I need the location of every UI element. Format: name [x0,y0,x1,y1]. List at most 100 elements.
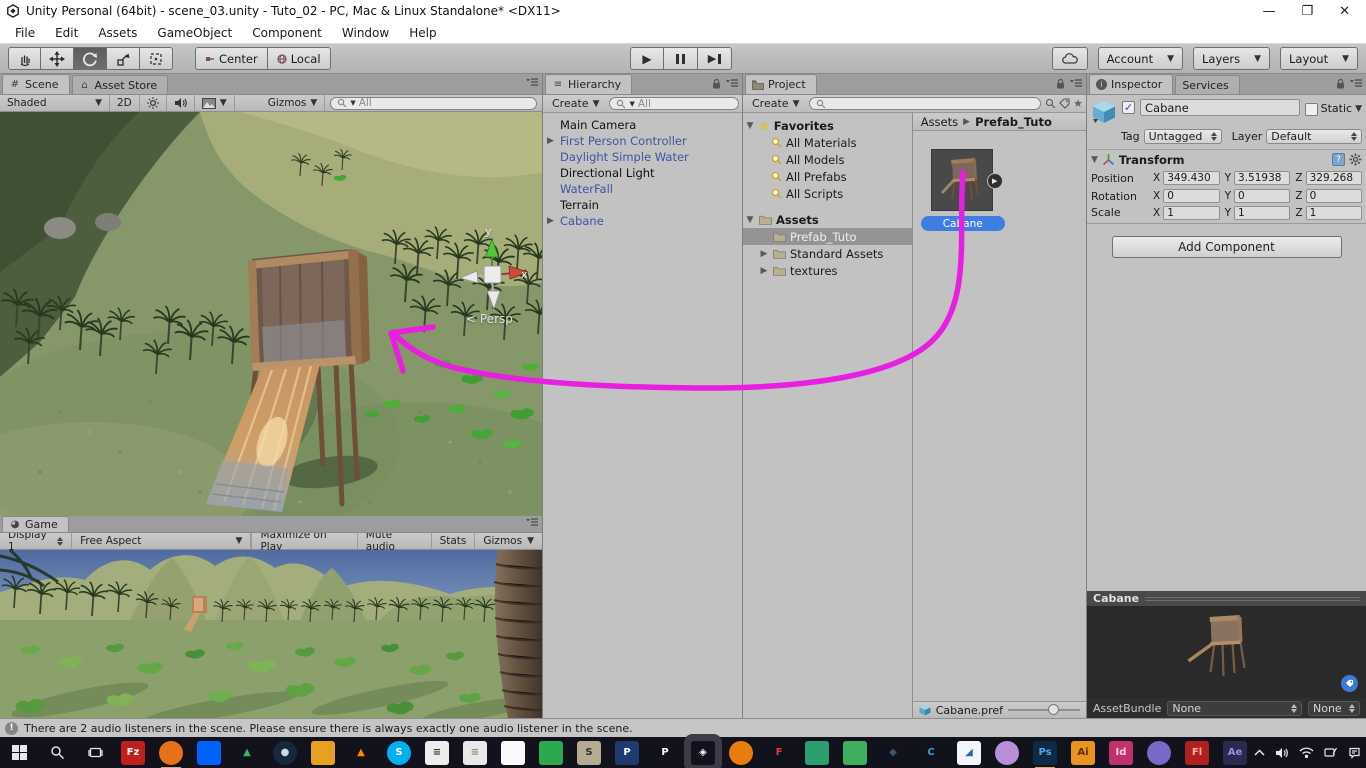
menu-help[interactable]: Help [400,24,445,42]
skype-icon[interactable]: S [387,741,411,765]
gameobject-cube-icon[interactable] [1091,99,1117,125]
asset-cabane-thumbnail[interactable] [931,149,993,211]
app-sphere-icon[interactable] [995,741,1019,765]
tab-project[interactable]: Project [745,74,817,94]
tray-chevron-up-icon[interactable] [1254,749,1265,756]
panel-menu-icon[interactable] [1350,79,1362,88]
app-book-s-icon[interactable]: S [577,741,601,765]
static-checkbox[interactable]: ✓ [1305,103,1318,116]
flash-icon[interactable]: Fl [1185,741,1209,765]
thumbnail-expand-icon[interactable]: ▶ [987,173,1003,189]
maximize-on-play-button[interactable]: Maximize on Play [251,533,356,549]
unity-icon[interactable]: ◈ [691,741,715,765]
wifi-icon[interactable] [1299,747,1314,758]
app-f-red-icon[interactable]: F [767,741,791,765]
hierarchy-item-first-person-controller[interactable]: ▶First Person Controller [543,133,742,149]
aspect-dropdown[interactable]: Free Aspect▼ [72,533,251,549]
action-center-icon[interactable] [1348,747,1361,759]
app-ruler-icon[interactable]: ◢ [957,741,981,765]
tab-asset-store[interactable]: ⌂Asset Store [72,75,169,94]
tree-all-materials[interactable]: All Materials [743,134,912,151]
lock-icon[interactable] [1056,78,1065,89]
hierarchy-create-button[interactable]: Create▼ [546,96,605,111]
pivot-toggle-button[interactable]: Center [195,47,268,70]
project-search-input[interactable] [809,97,1041,110]
document-icon[interactable] [501,741,525,765]
assetbundle-dropdown[interactable]: None [1167,701,1302,716]
step-button[interactable]: ▶ [698,47,732,70]
tree-assets[interactable]: ▼ Assets [743,211,912,228]
expand-arrow-icon[interactable]: ▶ [759,266,769,276]
app-shield-icon[interactable]: ◆ [881,741,905,765]
layers-dropdown[interactable]: Layers▼ [1193,47,1270,70]
photoshop-icon[interactable]: Ps [1033,741,1057,765]
blender-icon[interactable] [729,741,753,765]
tree-all-scripts[interactable]: All Scripts [743,185,912,202]
expand-arrow-icon[interactable]: ▶ [547,136,554,146]
tab-scene[interactable]: #Scene [2,74,70,94]
app-swirl-icon[interactable] [1147,741,1171,765]
panel-menu-icon[interactable] [1070,79,1082,88]
rotation-x-field[interactable]: 0 [1163,189,1219,203]
stats-button[interactable]: Stats [431,533,475,549]
move-tool-button[interactable] [41,47,74,70]
search-by-type-icon[interactable] [1045,98,1056,109]
expand-arrow-icon[interactable]: ▶ [547,216,554,226]
cloud-button[interactable] [1052,47,1088,70]
search-by-label-icon[interactable] [1059,98,1070,109]
scale-x-field[interactable]: 1 [1163,206,1219,220]
notepad-icon[interactable]: ≡ [463,741,487,765]
tree-all-models[interactable]: All Models [743,151,912,168]
asset-cabane-label[interactable]: Cabane [921,216,1005,231]
hierarchy-item-directional-light[interactable]: Directional Light [543,165,742,181]
help-icon[interactable]: ? [1332,153,1345,166]
lighting-toggle-button[interactable] [140,95,167,111]
google-drive-icon[interactable]: ▲ [235,741,259,765]
foldout-arrow-icon[interactable]: ▼ [1091,155,1098,165]
hierarchy-item-daylight-simple-water[interactable]: Daylight Simple Water [543,149,742,165]
calculator-icon[interactable]: ≡ [425,741,449,765]
expand-arrow-icon[interactable]: ▼ [745,121,755,131]
filezilla-icon[interactable]: Fz [121,741,145,765]
expand-arrow-icon[interactable]: ▶ [759,249,769,259]
space-toggle-button[interactable]: Local [268,47,331,70]
account-dropdown[interactable]: Account▼ [1098,47,1183,70]
start-button[interactable] [0,737,38,768]
menu-component[interactable]: Component [243,24,331,42]
preview-drag-handle[interactable] [1145,597,1360,601]
tree-favorites[interactable]: ▼ ★ Favorites [743,117,912,134]
panel-menu-icon[interactable] [726,79,738,88]
task-view-button[interactable] [76,737,114,768]
menu-edit[interactable]: Edit [46,24,87,42]
close-button[interactable]: ✕ [1339,4,1350,19]
project-create-button[interactable]: Create▼ [746,96,805,111]
rect-tool-button[interactable] [140,47,173,70]
audio-toggle-button[interactable] [167,95,195,111]
asset-labels-button[interactable] [1341,675,1358,692]
gameobject-name-field[interactable]: Cabane [1140,99,1300,116]
maximize-button[interactable]: ❐ [1301,4,1313,19]
panel-menu-icon[interactable] [526,78,538,87]
menu-file[interactable]: File [6,24,44,42]
app-teal-2-icon[interactable] [843,741,867,765]
tablet-pen-icon[interactable] [1324,747,1338,758]
tab-inspector[interactable]: iInspector [1089,74,1173,94]
app-teal-1-icon[interactable] [805,741,829,765]
rotation-z-field[interactable]: 0 [1306,189,1362,203]
tab-services[interactable]: Services [1175,75,1239,94]
scale-tool-button[interactable] [107,47,140,70]
indesign-icon[interactable]: Id [1109,741,1133,765]
tree-standard-assets[interactable]: ▶ Standard Assets [743,245,912,262]
app-green-icon[interactable] [539,741,563,765]
breadcrumb-current[interactable]: Prefab_Tuto [975,115,1052,129]
tree-all-prefabs[interactable]: All Prefabs [743,168,912,185]
firefox-icon[interactable] [159,741,183,765]
breadcrumb-assets[interactable]: Assets [921,115,958,129]
vlc-icon[interactable]: ▲ [349,741,373,765]
menu-gameobject[interactable]: GameObject [148,24,241,42]
hierarchy-item-cabane[interactable]: ▶Cabane [543,213,742,229]
app-p-icon[interactable]: P [653,741,677,765]
tab-hierarchy[interactable]: ≡Hierarchy [545,74,632,94]
lock-icon[interactable] [1336,78,1345,89]
preview-header[interactable]: Cabane [1087,591,1366,606]
